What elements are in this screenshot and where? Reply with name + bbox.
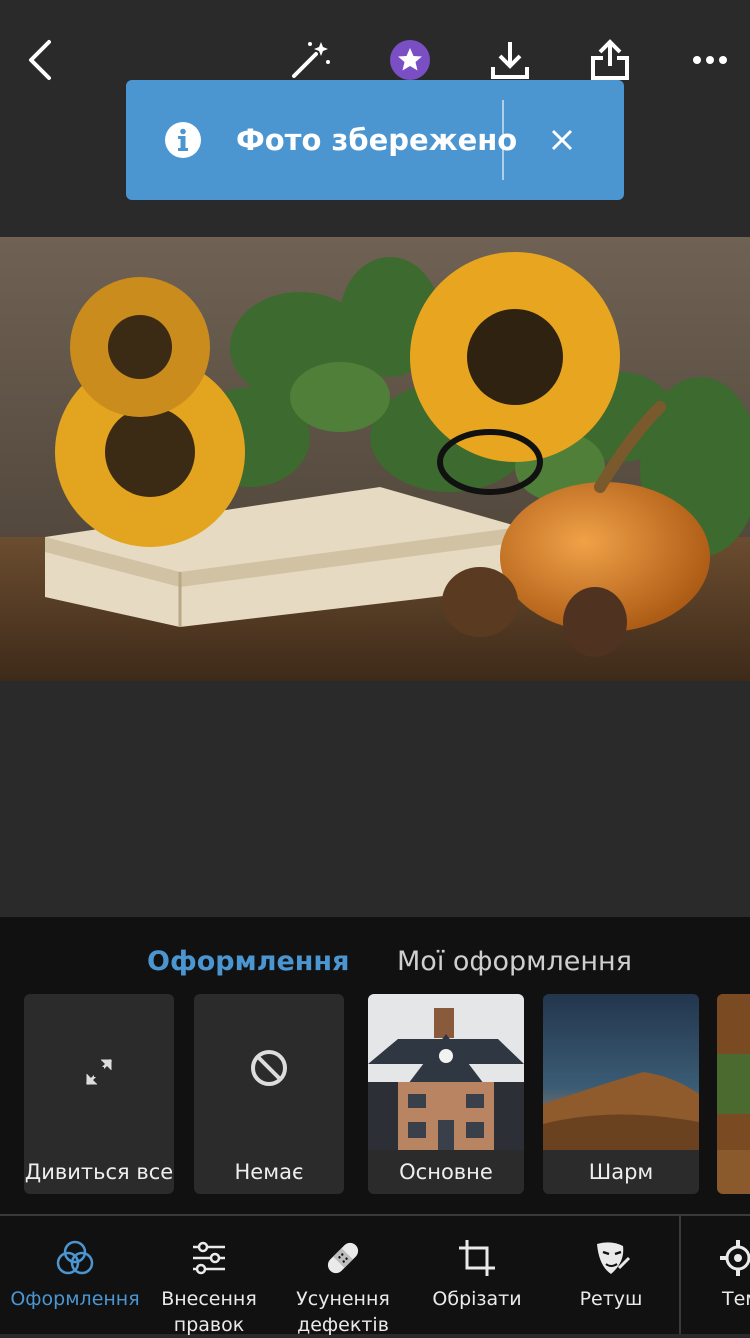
bandage-icon: [323, 1238, 363, 1278]
nav-label: Обрізати: [432, 1288, 522, 1310]
nav-retouch[interactable]: Ретуш: [544, 1216, 678, 1334]
nav-separator: [679, 1216, 681, 1334]
nav-label: Тем: [722, 1288, 750, 1310]
gear-icon: [718, 1238, 750, 1278]
nav-edit[interactable]: Внесення правок: [142, 1216, 276, 1336]
retouch-icon: [591, 1238, 631, 1278]
nav-label: Оформлення: [10, 1288, 140, 1310]
crop-icon: [457, 1238, 497, 1278]
nav-label: Усунення дефектів: [296, 1288, 390, 1336]
chevron-left-icon[interactable]: [10, 30, 70, 90]
nav-label: Внесення правок: [161, 1288, 257, 1336]
tab-presets[interactable]: Оформлення: [147, 947, 349, 977]
sliders-icon: [189, 1238, 229, 1278]
nav-label: Ретуш: [579, 1288, 643, 1310]
preset-partial[interactable]: [717, 994, 750, 1194]
preset-basic[interactable]: Основне: [368, 994, 524, 1194]
tab-my-presets[interactable]: Мої оформлення: [397, 947, 632, 977]
preset-none[interactable]: Немає: [194, 994, 344, 1194]
nav-healing[interactable]: Усунення дефектів: [276, 1216, 410, 1336]
nav-themes[interactable]: Тем: [700, 1216, 750, 1334]
bottom-nav: Оформлення Внесення правок Усунення дефе…: [0, 1216, 750, 1336]
house-thumbnail: [368, 994, 524, 1150]
nav-crop[interactable]: Обрізати: [410, 1216, 544, 1334]
presets-icon: [55, 1238, 95, 1278]
toast-message: Фото збережено: [236, 123, 518, 157]
saved-toast: Фото збережено: [126, 80, 624, 200]
preset-label: Основне: [368, 1150, 524, 1194]
edited-photo[interactable]: [0, 237, 750, 681]
hill-thumbnail: [543, 994, 699, 1150]
preset-label: Немає: [234, 1160, 304, 1184]
preset-label: Дивиться все: [24, 1160, 174, 1184]
info-icon: [164, 121, 202, 159]
more-icon[interactable]: [680, 30, 740, 90]
none-icon: [249, 1048, 289, 1092]
autumn-thumbnail: [717, 994, 750, 1150]
preset-view-all[interactable]: Дивиться все: [24, 994, 174, 1194]
toast-divider: [502, 100, 504, 180]
expand-icon: [79, 1052, 119, 1096]
preset-label: Шарм: [543, 1150, 699, 1194]
nav-presets[interactable]: Оформлення: [8, 1216, 142, 1334]
preset-charm[interactable]: Шарм: [543, 994, 699, 1194]
close-icon[interactable]: [538, 116, 586, 164]
